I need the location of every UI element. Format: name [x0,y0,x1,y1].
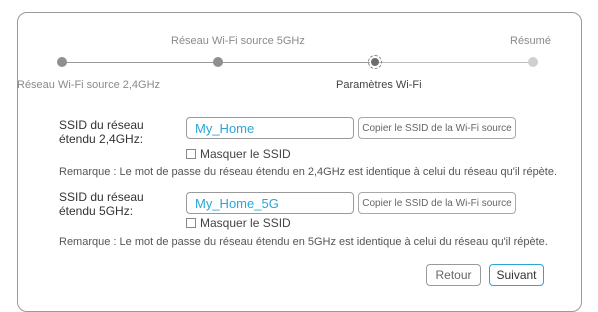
step-dot-summary [528,57,538,67]
step-label-source-24ghz: Réseau Wi-Fi source 2,4GHz [17,79,161,91]
hide-ssid-24ghz-label: Masquer le SSID [200,147,291,161]
step-label-source-5ghz: Réseau Wi-Fi source 5GHz [171,35,305,47]
hide-ssid-24ghz-row[interactable]: Masquer le SSID [186,147,291,161]
hide-ssid-5ghz-checkbox[interactable] [186,218,196,228]
step-dot-source-5ghz [213,57,223,67]
hide-ssid-24ghz-checkbox[interactable] [186,149,196,159]
step-current-indicator-icon [368,55,382,69]
hide-ssid-5ghz-row[interactable]: Masquer le SSID [186,216,291,230]
step-label-wifi-settings: Paramètres Wi-Fi [336,79,422,91]
step-label-summary: Résumé [510,35,551,47]
stepper-track-1 [62,62,216,63]
ssid-5ghz-input[interactable] [186,192,354,214]
stepper-track-2 [220,62,370,63]
ssid-24ghz-label: SSID du réseau étendu 2,4GHz: [59,118,144,146]
ssid-24ghz-input[interactable] [186,117,354,139]
next-button[interactable]: Suivant [489,264,544,286]
back-button[interactable]: Retour [426,264,481,286]
wizard-stepper: Réseau Wi-Fi source 5GHz Résumé Réseau W… [0,0,598,100]
step-dot-source-24ghz [57,57,67,67]
ssid-5ghz-label: SSID du réseau étendu 5GHz: [59,190,144,218]
copy-source-ssid-24ghz-button[interactable]: Copier le SSID de la Wi-Fi source [358,117,516,139]
remark-24ghz: Remarque : Le mot de passe du réseau éte… [59,166,558,178]
hide-ssid-5ghz-label: Masquer le SSID [200,216,291,230]
copy-source-ssid-5ghz-button[interactable]: Copier le SSID de la Wi-Fi source [358,192,516,214]
remark-5ghz: Remarque : Le mot de passe du réseau éte… [59,236,548,248]
stepper-track-3 [378,62,533,63]
